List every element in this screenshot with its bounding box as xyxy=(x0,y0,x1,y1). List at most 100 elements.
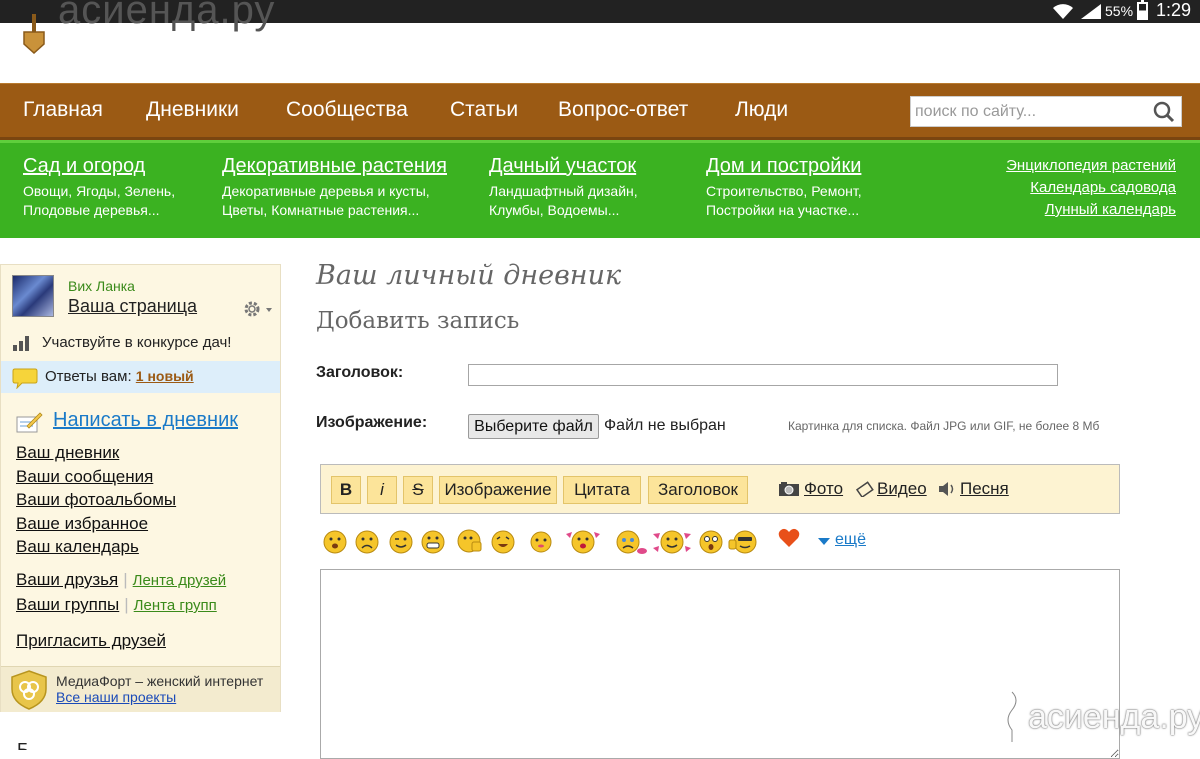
smiley-wink-icon[interactable] xyxy=(388,528,414,554)
friends-feed-link[interactable]: Лента друзей xyxy=(133,572,227,589)
link-plant-encyclopedia[interactable]: Энциклопедия растений xyxy=(1006,155,1176,177)
choose-file-button[interactable]: Выберите файл xyxy=(468,414,599,439)
watermark: асиенда.ру xyxy=(998,690,1200,744)
category-decorative: Декоративные растения Декоративные дерев… xyxy=(222,155,447,220)
all-projects-link[interactable]: Все наши проекты xyxy=(56,689,176,705)
insert-image-button[interactable]: Изображение xyxy=(439,476,557,504)
link-gardener-calendar[interactable]: Календарь садовода xyxy=(1006,177,1176,199)
file-status: Файл не выбран xyxy=(604,417,726,434)
page-title: Ваш личный дневник xyxy=(316,260,622,291)
file-hint: Картинка для списка. Файл JPG или GIF, н… xyxy=(788,419,1100,433)
camera-icon xyxy=(779,482,799,496)
battery-percent: 55% xyxy=(1105,3,1134,19)
photo-link[interactable]: Фото xyxy=(804,479,843,499)
groups-feed-link[interactable]: Лента групп xyxy=(134,597,217,614)
sidebar-item-my-calendar[interactable]: Ваш календарь xyxy=(16,535,176,559)
user-sidebar: Вих Ланка Ваша страница Участвуйте в кон… xyxy=(0,264,281,712)
category-sub: Ландшафтный дизайн, xyxy=(489,183,638,199)
gear-icon[interactable] xyxy=(242,298,274,320)
nav-item-people[interactable]: Люди xyxy=(735,98,788,122)
answers-text: Ответы вам: 1 новый xyxy=(45,368,194,385)
smiley-cool-icon[interactable] xyxy=(728,528,760,554)
nav-item-articles[interactable]: Статьи xyxy=(450,98,518,122)
smiley-blush-icon[interactable] xyxy=(528,528,554,554)
category-bar: Сад и огород Овощи, Ягоды, Зелень, Плодо… xyxy=(0,140,1200,238)
nav-item-home[interactable]: Главная xyxy=(23,98,103,122)
smiley-laugh-icon[interactable] xyxy=(490,528,516,554)
main-nav: Главная Дневники Сообщества Статьи Вопро… xyxy=(0,83,1200,140)
heart-icon[interactable] xyxy=(778,528,800,548)
sidebar-item-my-favorites[interactable]: Ваше избранное xyxy=(16,512,176,536)
category-title[interactable]: Декоративные растения xyxy=(222,155,447,178)
answers-label: Ответы вам: xyxy=(45,368,132,385)
heading-label: Заголовок: xyxy=(316,364,404,381)
smiley-shocked-icon[interactable] xyxy=(698,528,724,554)
smiley-grin-icon[interactable] xyxy=(420,528,446,554)
category-sub: Плодовые деревья... xyxy=(23,202,160,218)
sidebar-item-my-albums[interactable]: Ваши фотоальбомы xyxy=(16,488,176,512)
smiley-girl-icon[interactable] xyxy=(564,528,602,556)
category-sub: Клумбы, Водоемы... xyxy=(489,202,620,218)
smiley-sad-icon[interactable] xyxy=(354,528,380,554)
category-sub: Цветы, Комнатные растения... xyxy=(222,202,420,218)
logo-text: асиенда.ру xyxy=(58,0,276,32)
quote-button[interactable]: Цитата xyxy=(563,476,641,504)
sidebar-item-my-diary[interactable]: Ваш дневник xyxy=(16,441,176,465)
write-diary-link[interactable]: Написать в дневник xyxy=(53,409,238,432)
answers-bar: Ответы вам: 1 новый xyxy=(1,361,280,393)
smiley-crying-icon[interactable] xyxy=(614,528,648,556)
search-icon[interactable] xyxy=(1153,101,1175,123)
search-box xyxy=(910,96,1182,127)
bold-button[interactable]: B xyxy=(331,476,361,504)
mediafort-text: МедиаФорт – женский интернет xyxy=(56,673,264,689)
speaker-icon xyxy=(939,482,954,496)
notepad-icon xyxy=(16,412,43,433)
nav-item-communities[interactable]: Сообщества xyxy=(286,98,408,122)
editor-toolbar: B i S Изображение Цитата Заголовок Фото … xyxy=(320,464,1120,514)
image-label: Изображение: xyxy=(316,414,428,431)
contest-text: Участвуйте в конкурсе дач! xyxy=(42,334,232,351)
category-dacha: Дачный участок Ландшафтный дизайн, Клумб… xyxy=(489,155,638,220)
answers-new-link[interactable]: 1 новый xyxy=(136,368,194,384)
my-friends-link[interactable]: Ваши друзья xyxy=(16,570,118,589)
my-page-link[interactable]: Ваша страница xyxy=(68,296,197,317)
groups-row: Ваши группы | Лента групп xyxy=(16,593,226,618)
speech-bubble-icon xyxy=(12,368,38,389)
category-title[interactable]: Дачный участок xyxy=(489,155,638,178)
nav-item-diaries[interactable]: Дневники xyxy=(146,98,239,122)
film-icon xyxy=(856,481,874,497)
category-title[interactable]: Сад и огород xyxy=(23,155,175,178)
search-input[interactable] xyxy=(915,100,1145,124)
heading-button[interactable]: Заголовок xyxy=(648,476,748,504)
category-sub: Декоративные деревья и кусты, xyxy=(222,183,430,199)
smiley-thumbsup-icon[interactable] xyxy=(456,528,484,554)
chevron-down-icon[interactable] xyxy=(818,538,830,545)
video-link[interactable]: Видео xyxy=(877,479,927,499)
smiley-surprised-icon[interactable] xyxy=(322,528,348,554)
smiley-bar: ещё xyxy=(320,526,1120,558)
site-logo[interactable]: асиенда.ру xyxy=(22,0,322,60)
sidebar-item-my-messages[interactable]: Ваши сообщения xyxy=(16,465,176,489)
invite-friends-link[interactable]: Пригласить друзей xyxy=(16,631,166,651)
sidebar-links: Ваш дневник Ваши сообщения Ваши фотоальб… xyxy=(16,441,176,559)
category-title[interactable]: Дом и постройки xyxy=(706,155,862,178)
category-links: Энциклопедия растений Календарь садовода… xyxy=(1006,155,1176,221)
my-groups-link[interactable]: Ваши группы xyxy=(16,595,119,614)
italic-button[interactable]: i xyxy=(367,476,397,504)
mediafort-shield-icon xyxy=(11,670,47,710)
separator: | xyxy=(124,595,129,614)
heading-input[interactable] xyxy=(468,364,1058,386)
smiley-party-icon[interactable] xyxy=(650,528,694,556)
stats-icon xyxy=(13,336,29,351)
page-subtitle: Добавить запись xyxy=(316,308,520,334)
avatar[interactable] xyxy=(12,275,54,317)
battery-icon xyxy=(1137,0,1148,20)
nav-item-qa[interactable]: Вопрос-ответ xyxy=(558,98,688,122)
friends-row: Ваши друзья | Лента друзей xyxy=(16,568,226,593)
song-link[interactable]: Песня xyxy=(960,479,1009,499)
link-lunar-calendar[interactable]: Лунный календарь xyxy=(1006,199,1176,221)
strike-button[interactable]: S xyxy=(403,476,433,504)
more-smileys-link[interactable]: ещё xyxy=(835,531,866,549)
username[interactable]: Вих Ланка xyxy=(68,278,135,294)
watermark-text: асиенда.ру xyxy=(1028,698,1200,736)
